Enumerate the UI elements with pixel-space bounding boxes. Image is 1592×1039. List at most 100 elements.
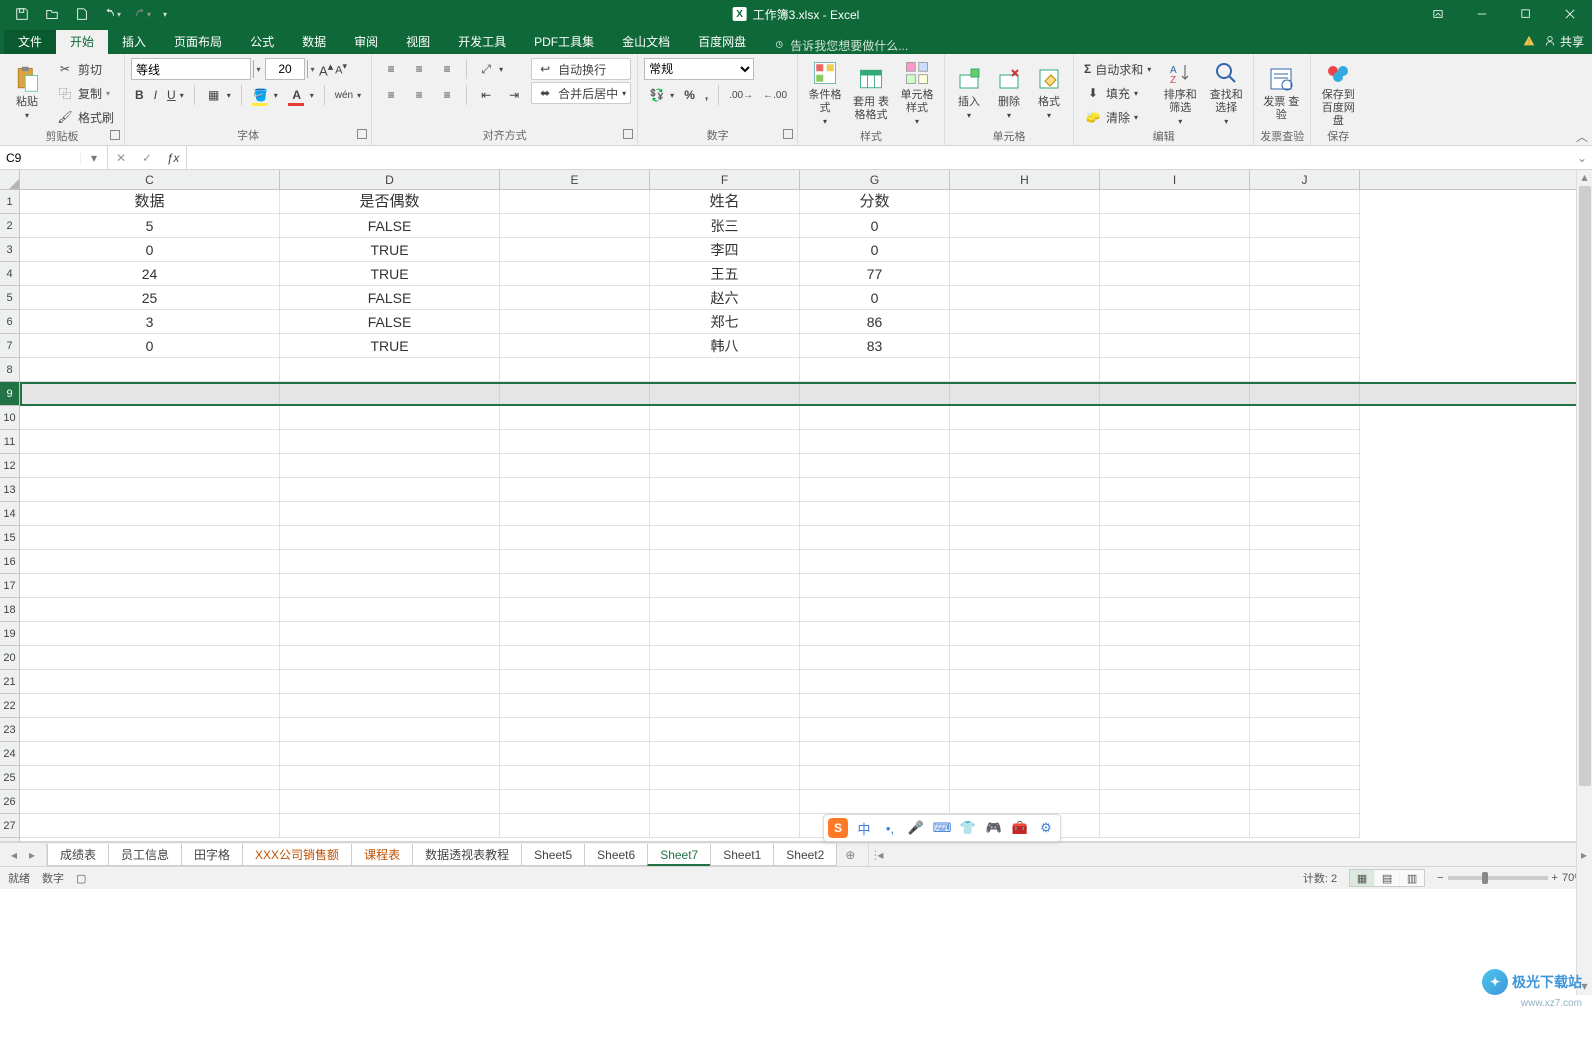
cell-D26[interactable] xyxy=(280,790,500,814)
cell-I12[interactable] xyxy=(1100,454,1250,478)
tab-公式[interactable]: 公式 xyxy=(236,30,288,54)
cell-H11[interactable] xyxy=(950,430,1100,454)
cell-F27[interactable] xyxy=(650,814,800,838)
orientation-button[interactable]: ⤢▾ xyxy=(473,58,507,80)
macro-record-icon[interactable]: ▢ xyxy=(76,872,86,885)
cell-F20[interactable] xyxy=(650,646,800,670)
tab-PDF工具集[interactable]: PDF工具集 xyxy=(520,30,608,54)
cell-D2[interactable]: FALSE xyxy=(280,214,500,238)
align-top-button[interactable]: ≡ xyxy=(378,58,404,80)
cell-J23[interactable] xyxy=(1250,718,1360,742)
cell-D25[interactable] xyxy=(280,766,500,790)
cell-C9[interactable] xyxy=(20,382,280,406)
cell-D10[interactable] xyxy=(280,406,500,430)
tab-页面布局[interactable]: 页面布局 xyxy=(160,30,236,54)
cell-G23[interactable] xyxy=(800,718,950,742)
alignment-launcher[interactable] xyxy=(623,129,633,139)
cell-I25[interactable] xyxy=(1100,766,1250,790)
cell-C6[interactable]: 3 xyxy=(20,310,280,334)
cell-H6[interactable] xyxy=(950,310,1100,334)
align-center-button[interactable]: ≡ xyxy=(406,84,432,106)
ime-lang[interactable]: 中 xyxy=(854,818,874,838)
tab-file[interactable]: 文件 xyxy=(4,30,56,54)
cell-H23[interactable] xyxy=(950,718,1100,742)
ime-game-icon[interactable]: 🎮 xyxy=(984,818,1004,838)
row-header-17[interactable]: 17 xyxy=(0,574,19,598)
delete-cells-button[interactable]: 删除▾ xyxy=(991,58,1027,128)
maximize-icon[interactable] xyxy=(1504,0,1548,28)
cell-G3[interactable]: 0 xyxy=(800,238,950,262)
expand-formula-bar-icon[interactable]: ⌄ xyxy=(1572,146,1592,169)
cell-G26[interactable] xyxy=(800,790,950,814)
row-header-2[interactable]: 2 xyxy=(0,214,19,238)
cell-H25[interactable] xyxy=(950,766,1100,790)
share-button[interactable]: 共享 xyxy=(1544,33,1584,50)
cell-G13[interactable] xyxy=(800,478,950,502)
cell-I24[interactable] xyxy=(1100,742,1250,766)
row-header-21[interactable]: 21 xyxy=(0,670,19,694)
cell-E17[interactable] xyxy=(500,574,650,598)
size-dropdown-icon[interactable]: ▾ xyxy=(307,60,317,78)
cell-H9[interactable] xyxy=(950,382,1100,406)
cell-E27[interactable] xyxy=(500,814,650,838)
align-right-button[interactable]: ≡ xyxy=(434,84,460,106)
cell-G25[interactable] xyxy=(800,766,950,790)
autosum-button[interactable]: Σ 自动求和 ▾ xyxy=(1080,58,1155,80)
cell-J10[interactable] xyxy=(1250,406,1360,430)
cell-E4[interactable] xyxy=(500,262,650,286)
cell-F19[interactable] xyxy=(650,622,800,646)
zoom-out-icon[interactable]: − xyxy=(1437,872,1443,884)
cell-J7[interactable] xyxy=(1250,334,1360,358)
cell-H14[interactable] xyxy=(950,502,1100,526)
underline-button[interactable]: U▾ xyxy=(163,84,188,106)
format-as-table-button[interactable]: 套用 表格格式 xyxy=(850,58,892,128)
redo-icon[interactable]: ▾ xyxy=(128,2,156,26)
cell-H15[interactable] xyxy=(950,526,1100,550)
format-painter-button[interactable]: 🖌格式刷 xyxy=(52,106,118,128)
row-header-15[interactable]: 15 xyxy=(0,526,19,550)
col-header-E[interactable]: E xyxy=(500,170,650,189)
select-all-corner[interactable] xyxy=(0,170,20,189)
cell-J24[interactable] xyxy=(1250,742,1360,766)
cell-C13[interactable] xyxy=(20,478,280,502)
cell-E22[interactable] xyxy=(500,694,650,718)
cell-I17[interactable] xyxy=(1100,574,1250,598)
cell-I6[interactable] xyxy=(1100,310,1250,334)
cell-J8[interactable] xyxy=(1250,358,1360,382)
row-header-14[interactable]: 14 xyxy=(0,502,19,526)
row-header-19[interactable]: 19 xyxy=(0,622,19,646)
cell-F7[interactable]: 韩八 xyxy=(650,334,800,358)
row-header-16[interactable]: 16 xyxy=(0,550,19,574)
cell-C5[interactable]: 25 xyxy=(20,286,280,310)
align-middle-button[interactable]: ≡ xyxy=(406,58,432,80)
tab-开始[interactable]: 开始 xyxy=(56,30,108,54)
copy-button[interactable]: ⿻复制 ▾ xyxy=(52,82,118,104)
zoom-in-icon[interactable]: + xyxy=(1552,872,1558,884)
cell-C11[interactable] xyxy=(20,430,280,454)
cell-I9[interactable] xyxy=(1100,382,1250,406)
cell-D15[interactable] xyxy=(280,526,500,550)
ime-tool-icon[interactable]: 🧰 xyxy=(1010,818,1030,838)
cell-G10[interactable] xyxy=(800,406,950,430)
sheet-tab-Sheet7[interactable]: Sheet7 xyxy=(647,844,711,866)
cancel-formula-icon[interactable]: ✕ xyxy=(108,146,134,170)
cell-F15[interactable] xyxy=(650,526,800,550)
cell-F23[interactable] xyxy=(650,718,800,742)
name-box-input[interactable] xyxy=(0,151,80,165)
tab-开发工具[interactable]: 开发工具 xyxy=(444,30,520,54)
cell-C25[interactable] xyxy=(20,766,280,790)
scroll-thumb[interactable] xyxy=(1579,186,1591,786)
cell-D9[interactable] xyxy=(280,382,500,406)
cell-G11[interactable] xyxy=(800,430,950,454)
cell-G6[interactable]: 86 xyxy=(800,310,950,334)
sheet-grid[interactable]: CDEFGHIJ 1234567891011121314151617181920… xyxy=(0,170,1592,842)
cell-styles-button[interactable]: 单元格样式▾ xyxy=(896,58,938,128)
cell-D12[interactable] xyxy=(280,454,500,478)
sheet-tab-田字格[interactable]: 田字格 xyxy=(181,844,243,866)
row-header-23[interactable]: 23 xyxy=(0,718,19,742)
cell-E16[interactable] xyxy=(500,550,650,574)
cell-E10[interactable] xyxy=(500,406,650,430)
cell-F24[interactable] xyxy=(650,742,800,766)
col-header-I[interactable]: I xyxy=(1100,170,1250,189)
name-box[interactable]: ▾ xyxy=(0,146,108,169)
